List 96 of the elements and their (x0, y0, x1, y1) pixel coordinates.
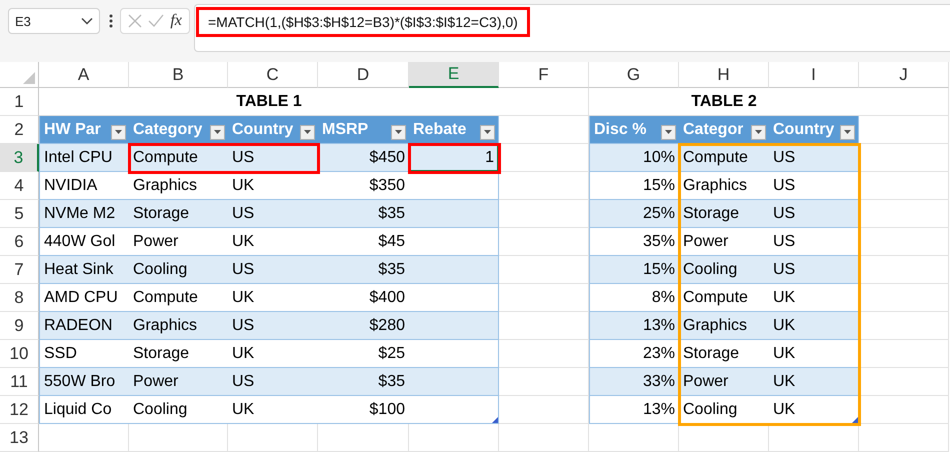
column-label: Categor (683, 120, 744, 138)
table-cell: 25% (589, 200, 679, 228)
table-cell: $450 (318, 144, 409, 172)
table-cell: NVMe M2 (39, 200, 129, 228)
row-header[interactable]: 11 (0, 368, 39, 396)
table-cell: $35 (318, 256, 409, 284)
column-header[interactable]: I (769, 62, 859, 88)
row-header[interactable]: 7 (0, 256, 39, 284)
table-cell: Cooling (129, 256, 228, 284)
formula-field[interactable]: =MATCH(1,($H$3:$H$12=B3)*($I$3:$I$12=C3),0) (196, 7, 530, 37)
caret-icon (665, 130, 672, 134)
caret-icon (755, 130, 762, 134)
row-header[interactable]: 8 (0, 284, 39, 312)
filter-button[interactable] (391, 124, 406, 140)
table-cell: 440W Gol (39, 228, 129, 256)
table-cell: Graphics (129, 312, 228, 340)
table-cell: Compute (679, 144, 769, 172)
table-cell: US (228, 312, 318, 340)
row-header[interactable]: 12 (0, 396, 39, 424)
row-header[interactable]: 4 (0, 172, 39, 200)
column-header[interactable]: B (129, 62, 228, 88)
table-cell: 23% (589, 340, 679, 368)
caret-icon (844, 130, 851, 134)
table-cell: $280 (318, 312, 409, 340)
table-cell: Power (129, 368, 228, 396)
table-cell: Intel CPU (39, 144, 129, 172)
table-cell: Graphics (679, 312, 769, 340)
table-cell: NVIDIA (39, 172, 129, 200)
table-cell: Storage (129, 200, 228, 228)
caret-icon (214, 130, 221, 134)
table-cell: US (228, 368, 318, 396)
table-cell: Storage (679, 200, 769, 228)
row-header[interactable]: 13 (0, 424, 39, 452)
table-cell: Heat Sink (39, 256, 129, 284)
table-cell: 13% (589, 396, 679, 424)
column-label: HW Par (44, 120, 101, 138)
chevron-icon (81, 17, 93, 25)
column-header[interactable]: G (589, 62, 679, 88)
table-cell: SSD (39, 340, 129, 368)
filter-button[interactable] (300, 124, 315, 140)
table-cell: 15% (589, 256, 679, 284)
table-cell: Power (679, 368, 769, 396)
column-label: Country (773, 120, 834, 138)
table-cell: US (228, 200, 318, 228)
table-cell: US (769, 200, 859, 228)
filter-button[interactable] (111, 124, 126, 140)
table-cell: 8% (589, 284, 679, 312)
column-label: Category (133, 120, 202, 138)
row-header[interactable]: 6 (0, 228, 39, 256)
name-box[interactable]: E3 (8, 8, 100, 34)
table-cell: AMD CPU (39, 284, 129, 312)
column-label: Rebate (413, 120, 466, 138)
column-header[interactable]: A (39, 62, 129, 88)
column-header[interactable]: C (228, 62, 318, 88)
table-cell: 13% (589, 312, 679, 340)
table-cell: UK (769, 368, 859, 396)
column-label: Disc % (594, 120, 646, 138)
table-cell: Liquid Co (39, 396, 129, 424)
table-cell: $35 (318, 200, 409, 228)
insert-function-button[interactable]: fx (170, 12, 182, 30)
column-header[interactable]: D (318, 62, 409, 88)
table-cell: US (769, 144, 859, 172)
table-cell: US (228, 256, 318, 284)
table-cell: RADEON (39, 312, 129, 340)
filter-button[interactable] (480, 124, 495, 140)
column-label: Country (232, 120, 294, 138)
table-cell: Cooling (679, 256, 769, 284)
table-cell: 10% (589, 144, 679, 172)
filter-button[interactable] (210, 124, 225, 140)
table-cell: 35% (589, 228, 679, 256)
table-cell: 33% (589, 368, 679, 396)
caret-icon (115, 130, 122, 134)
row-header[interactable]: 3 (0, 144, 39, 172)
caret-icon (484, 130, 491, 134)
column-header[interactable]: H (679, 62, 769, 88)
filter-button[interactable] (751, 124, 766, 140)
caret-icon (395, 130, 402, 134)
row-header[interactable]: 9 (0, 312, 39, 340)
column-header[interactable]: J (859, 62, 949, 88)
column-header[interactable]: E (409, 62, 499, 88)
filter-button[interactable] (840, 124, 855, 140)
column-header[interactable]: F (499, 62, 589, 88)
caret-icon (304, 130, 311, 134)
table-cell: US (769, 256, 859, 284)
more-icon[interactable] (109, 14, 113, 28)
table-cell: UK (769, 312, 859, 340)
row-header[interactable]: 5 (0, 200, 39, 228)
table-cell: 15% (589, 172, 679, 200)
column-label: MSRP (322, 120, 368, 138)
table-cell: 550W Bro (39, 368, 129, 396)
check-icon[interactable] (148, 14, 164, 28)
filter-button[interactable] (661, 124, 676, 140)
row-header[interactable]: 1 (0, 88, 39, 116)
row-header[interactable]: 2 (0, 116, 39, 144)
row-header[interactable]: 10 (0, 340, 39, 368)
table-cell: $35 (318, 368, 409, 396)
